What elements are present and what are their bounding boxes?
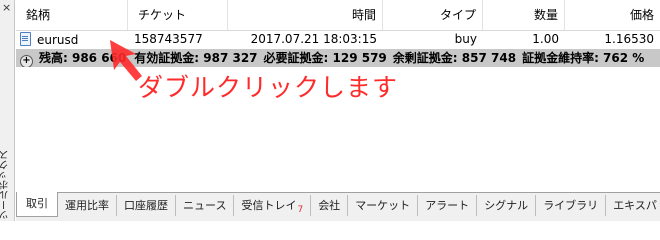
- tab-8[interactable]: シグナル: [477, 195, 537, 216]
- equity-text: 有効証拠金: 987 327: [134, 51, 258, 65]
- account-summary-bar[interactable]: + 残高: 986 660 有効証拠金: 987 327 必要証拠金: 129 579…: [16, 49, 660, 67]
- margin-level-text: 証拠金維持率: 762 %: [522, 51, 645, 65]
- column-header-volume[interactable]: 数量: [483, 0, 565, 30]
- tab-10[interactable]: エキスパ: [606, 195, 660, 216]
- tab-label: シグナル: [484, 199, 529, 212]
- tab-2[interactable]: 口座履歴: [117, 195, 176, 216]
- cell-ticket: 158743577: [134, 32, 203, 46]
- tab-label: 口座履歴: [124, 199, 168, 212]
- tab-label: ライブラリ: [543, 199, 599, 212]
- order-document-icon: [20, 32, 31, 46]
- tab-6[interactable]: マーケット: [348, 195, 419, 216]
- tab-9[interactable]: ライブラリ: [536, 195, 607, 216]
- toolbox-side-panel: × ツールボックス: [0, 0, 15, 221]
- tab-4[interactable]: 受信トレイ7: [234, 195, 312, 216]
- column-header-time[interactable]: 時間: [228, 0, 383, 30]
- close-icon[interactable]: ×: [2, 2, 11, 13]
- cell-price: 1.16530: [604, 32, 654, 46]
- symbol-value: eurusd: [37, 33, 79, 47]
- bottom-tab-bar: 取引 運用比率 口座履歴 ニュース 受信トレイ7 会社 マーケット アラート シグナル ライブラリ…: [16, 192, 660, 221]
- tab-label: マーケット: [355, 199, 411, 212]
- tab-0[interactable]: 取引: [16, 192, 58, 217]
- tab-1[interactable]: 運用比率: [58, 195, 117, 216]
- tab-label: エキスパ: [613, 199, 657, 212]
- column-header-type[interactable]: タイプ: [383, 0, 483, 30]
- tab-5[interactable]: 会社: [311, 195, 349, 216]
- tab-7[interactable]: アラート: [418, 195, 478, 216]
- margin-text: 必要証拠金: 129 579: [263, 51, 387, 65]
- toolbox-title: ツールボックス: [0, 150, 11, 220]
- balance-text: 残高: 986 660: [39, 51, 127, 65]
- cell-symbol[interactable]: eurusd: [16, 30, 128, 48]
- column-header-price[interactable]: 価格: [565, 0, 660, 30]
- plus-icon: +: [20, 55, 33, 67]
- cell-volume: 1.00: [532, 32, 559, 46]
- table-row[interactable]: eurusd 158743577 2017.07.21 18:03:15 buy…: [16, 30, 660, 48]
- cell-type: buy: [454, 32, 477, 46]
- tab-label: 運用比率: [65, 199, 109, 212]
- tab-label: ニュース: [183, 199, 227, 212]
- tab-label: アラート: [425, 199, 470, 212]
- cell-time: 2017.07.21 18:03:15: [250, 32, 377, 46]
- double-click-annotation: ダブルクリックします: [138, 73, 399, 102]
- tab-label: 取引: [26, 197, 48, 210]
- column-header-ticket[interactable]: チケット: [128, 0, 228, 30]
- tab-3[interactable]: ニュース: [176, 195, 235, 216]
- tab-label: 会社: [318, 199, 341, 212]
- column-header-symbol[interactable]: 銘柄: [16, 0, 128, 30]
- unread-badge: 7: [297, 205, 304, 215]
- tab-label: 受信トレイ: [241, 199, 297, 212]
- table-header: 銘柄 チケット 時間 タイプ 数量 価格: [16, 0, 660, 31]
- free-margin-text: 余剰証拠金: 857 748: [392, 51, 517, 65]
